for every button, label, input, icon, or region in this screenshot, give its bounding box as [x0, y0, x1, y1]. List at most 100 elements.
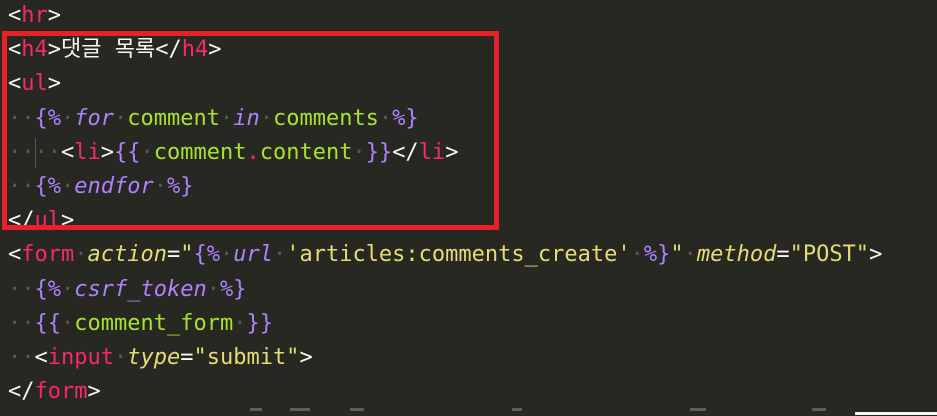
code-token: ·: [219, 105, 234, 131]
code-token: %}: [643, 242, 671, 268]
code-token: >: [100, 139, 114, 165]
code-token: ·: [219, 242, 234, 268]
code-token: comment: [153, 139, 247, 165]
code-token: ul: [34, 208, 62, 234]
code-token: ·: [683, 242, 697, 268]
code-token: ": [180, 242, 194, 268]
code-token: ·: [233, 310, 247, 336]
code-token: =: [776, 242, 790, 268]
code-token: </: [8, 208, 35, 234]
code-line: ··{%·for·comment·in·comments·%}: [0, 102, 419, 136]
code-token: comments: [272, 105, 379, 131]
code-token: ·: [114, 105, 128, 131]
code-token: >: [47, 3, 61, 28]
code-line: </ul>: [0, 204, 74, 238]
code-token: }}: [365, 139, 393, 165]
whitespace-marker: ··: [8, 139, 35, 165]
code-line: ····<li>{{·comment.content·}}</li>: [0, 136, 458, 170]
code-token: ·: [61, 105, 75, 131]
code-token: ·: [61, 174, 75, 199]
code-token: >: [869, 242, 883, 268]
code-token: in: [233, 105, 260, 131]
code-token: csrf_token: [74, 276, 207, 302]
code-token: type: [127, 345, 181, 370]
code-token: >: [61, 208, 75, 234]
code-token: "submit": [193, 345, 300, 370]
code-token: content: [259, 139, 353, 165]
code-token: <: [8, 37, 22, 63]
code-token: url: [233, 242, 273, 268]
whitespace-marker: ··: [8, 174, 35, 199]
code-token: >: [47, 71, 61, 97]
code-token: </: [155, 37, 182, 63]
code-token: <: [8, 242, 22, 268]
code-token: ·: [113, 345, 128, 370]
code-line: ··{%·endfor·%}: [0, 170, 193, 204]
code-token: <: [34, 345, 48, 370]
code-token: ·: [61, 276, 75, 302]
code-token: {%: [193, 242, 220, 268]
code-line: ··<input·type="submit">: [0, 341, 313, 375]
code-token: </: [392, 139, 419, 165]
code-token: {%: [34, 276, 62, 302]
code-token: %}: [392, 105, 419, 131]
code-line: ··{%·csrf_token·%}: [0, 273, 246, 307]
code-token: >: [299, 345, 313, 370]
code-token: {%: [34, 174, 62, 199]
code-token: comment: [127, 105, 220, 131]
code-token: form: [21, 242, 75, 268]
code-token: for: [74, 105, 114, 131]
code-token: >: [87, 379, 101, 405]
code-token: ": [670, 242, 684, 268]
code-token: action: [87, 242, 167, 268]
code-token: ·: [153, 174, 167, 199]
code-token: %}: [219, 276, 247, 302]
partial-next-line: [0, 402, 937, 416]
code-token: <: [61, 139, 75, 165]
whitespace-marker: ··: [8, 310, 35, 336]
code-token: ·: [74, 242, 88, 268]
code-token: h4: [181, 37, 209, 63]
code-token: ·: [378, 105, 393, 131]
code-token: =: [180, 345, 194, 370]
code-line: <form·action="{%·url·'articles:comments_…: [0, 238, 882, 272]
code-line: <ul>: [0, 67, 61, 101]
code-token: li: [74, 139, 101, 165]
whitespace-marker: ··: [34, 139, 62, 165]
code-token: ·: [352, 139, 366, 165]
code-token: endfor: [74, 174, 154, 199]
code-token: hr: [21, 3, 48, 28]
code-line: <h4>댓글 목록</h4>: [0, 33, 221, 67]
code-token: h4: [21, 37, 48, 63]
whitespace-marker: ··: [8, 345, 35, 370]
code-token: .: [246, 139, 260, 165]
code-token: >: [445, 139, 459, 165]
code-token: method: [696, 242, 777, 268]
code-token: ·: [259, 105, 273, 131]
code-token: <: [8, 3, 22, 28]
code-token: input: [47, 345, 114, 370]
whitespace-marker: ··: [8, 276, 35, 302]
code-token: ·: [140, 139, 154, 165]
code-token: >: [47, 37, 61, 63]
code-token: ·: [272, 242, 287, 268]
code-line: ··{{·comment_form·}}: [0, 307, 273, 341]
whitespace-marker: ··: [8, 105, 35, 131]
code-token: ·: [206, 276, 220, 302]
code-token: <: [8, 71, 22, 97]
code-token: }}: [246, 310, 273, 336]
code-token: 'articles:comments_create': [286, 242, 631, 268]
code-token: "POST": [789, 242, 870, 268]
code-editor[interactable]: <hr> <h4>댓글 목록</h4> <ul> ··{%·for·comment·i…: [0, 0, 937, 416]
code-token: ·: [630, 242, 644, 268]
code-token: li: [418, 139, 446, 165]
code-token: >: [208, 37, 222, 63]
code-token: {{: [34, 310, 62, 336]
code-token: comment_form: [74, 310, 234, 336]
code-token: 댓글 목록: [61, 37, 156, 63]
code-token: ·: [61, 310, 75, 336]
code-token: =: [166, 242, 181, 268]
code-token: ul: [21, 71, 48, 97]
code-line: <hr>: [0, 0, 61, 33]
code-token: </: [8, 379, 35, 405]
